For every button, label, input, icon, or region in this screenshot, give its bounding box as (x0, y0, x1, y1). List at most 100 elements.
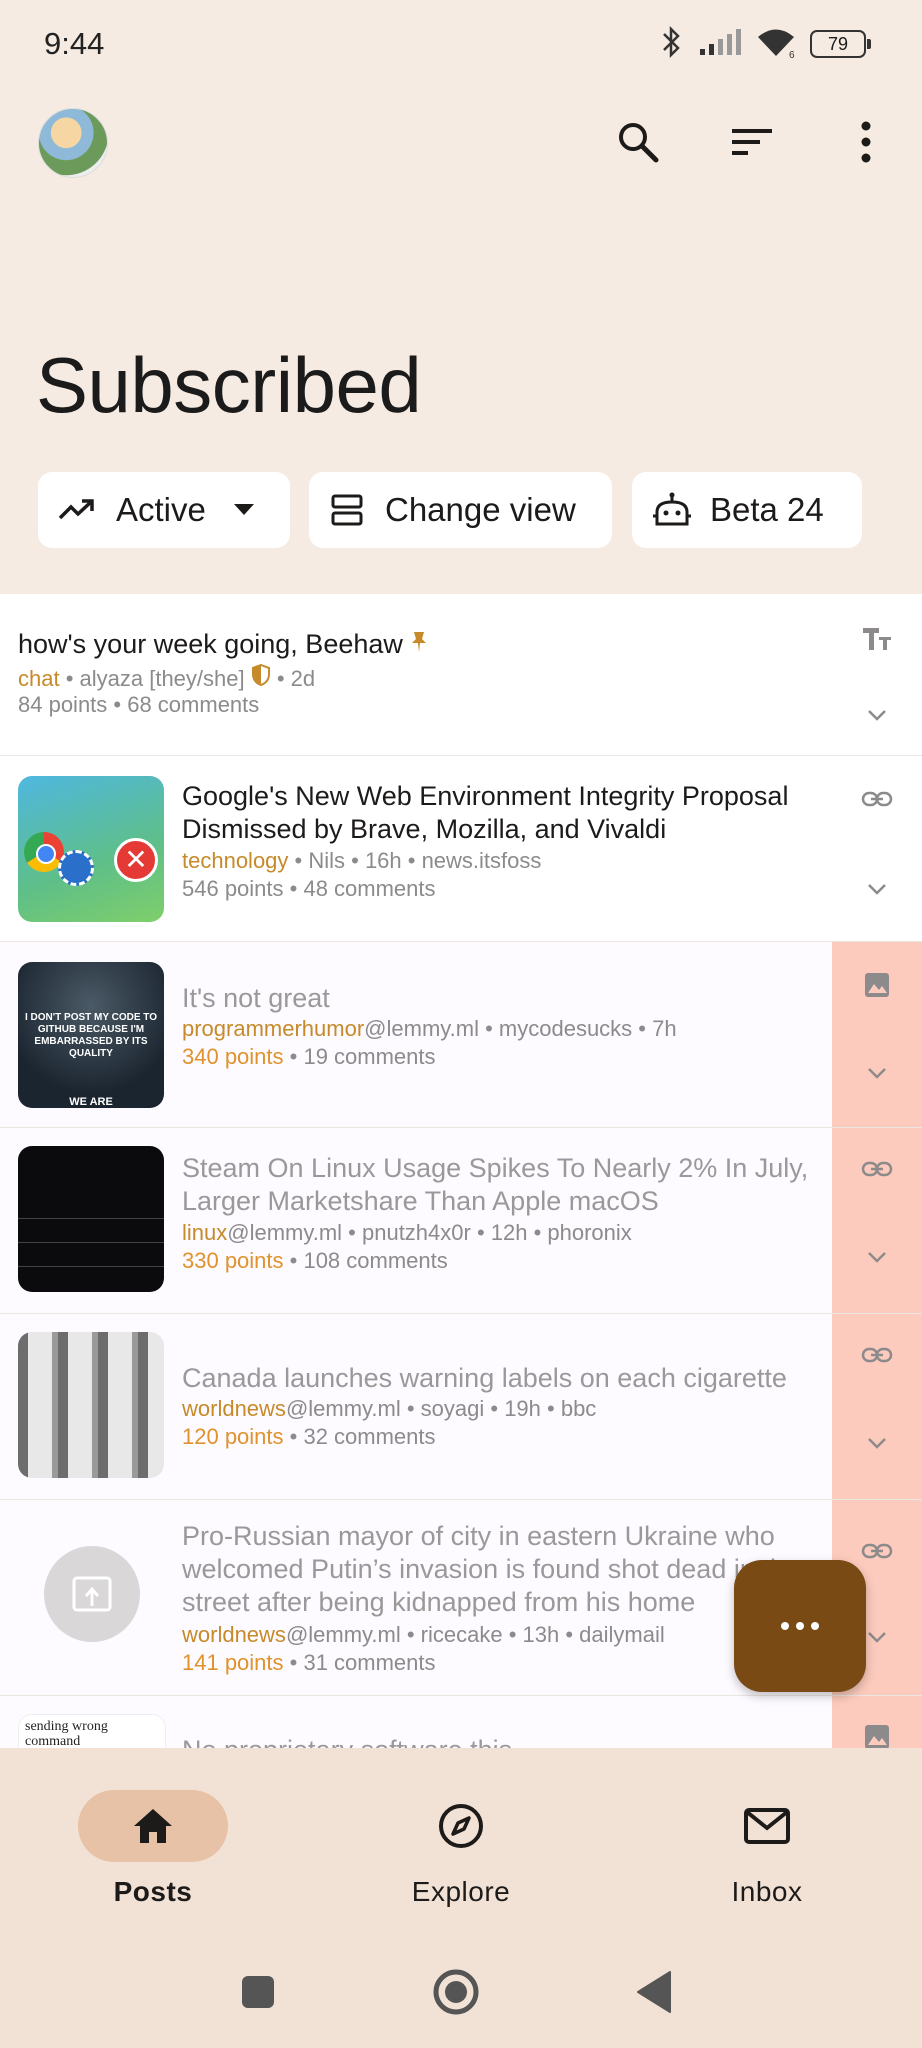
post-thumbnail[interactable] (18, 1332, 164, 1478)
post-title: Steam On Linux Usage Spikes To Nearly 2%… (182, 1153, 809, 1216)
community-link[interactable]: worldnews (182, 1396, 286, 1421)
community-link[interactable]: programmerhumor (182, 1016, 364, 1041)
post-meta: programmerhumor@lemmy.ml • mycodesucks •… (182, 1016, 677, 1042)
post-comments: • 19 comments (283, 1044, 436, 1069)
post-item[interactable]: Canada launches warning labels on each c… (0, 1314, 922, 1500)
expand-icon[interactable] (856, 1052, 898, 1094)
post-comments: • 68 comments (107, 692, 260, 717)
dropdown-arrow-icon (233, 504, 254, 516)
post-time: • 2d (270, 666, 316, 691)
post-stats: 330 points • 108 comments (182, 1248, 448, 1274)
open-in-new-icon (72, 1576, 112, 1612)
nav-posts-label: Posts (113, 1876, 193, 1907)
search-icon[interactable] (612, 116, 664, 168)
error-icon: ✕ (114, 838, 158, 882)
community-link[interactable]: linux (182, 1220, 227, 1245)
nav-explore-label: Explore (411, 1876, 511, 1907)
post-author: • ricecake • 13h • dailymail (400, 1622, 665, 1647)
expand-icon[interactable] (856, 1236, 898, 1278)
nav-inbox[interactable]: Inbox (652, 1748, 882, 1938)
home-button[interactable] (432, 1968, 480, 2021)
thumbnail-gridline (18, 1218, 164, 1219)
post-comments: • 108 comments (283, 1248, 448, 1273)
avatar[interactable] (38, 108, 108, 178)
nav-posts-indicator (78, 1790, 228, 1862)
home-icon (134, 1809, 172, 1843)
svg-text:6: 6 (789, 50, 795, 58)
status-icons: 6 79 (660, 22, 871, 66)
nav-inbox-indicator (692, 1790, 842, 1862)
post-comments: • 48 comments (283, 876, 436, 901)
system-navigation-bar (0, 1938, 922, 2048)
sort-icon[interactable] (726, 116, 778, 168)
nav-posts[interactable]: Posts (38, 1748, 268, 1938)
post-author: • alyaza [they/she] (59, 666, 251, 691)
trending-up-icon (58, 498, 96, 522)
instance-chip[interactable]: Beta 24 (632, 472, 862, 548)
link-placeholder-thumbnail[interactable] (44, 1546, 140, 1642)
expand-icon[interactable] (856, 694, 898, 736)
post-item[interactable]: ✕ Google's New Web Environment Integrity… (0, 756, 922, 942)
view-agenda-icon (331, 494, 363, 526)
nav-explore-indicator (386, 1790, 536, 1862)
thumbnail-gridline (18, 1242, 164, 1243)
pin-icon (410, 629, 428, 659)
post-comments: • 32 comments (283, 1424, 436, 1449)
nav-inbox-label: Inbox (731, 1876, 803, 1907)
more-vert-icon[interactable] (840, 116, 892, 168)
gear-icon (58, 850, 94, 886)
nav-explore[interactable]: Explore (346, 1748, 576, 1938)
community-link[interactable]: technology (182, 848, 288, 873)
expand-icon[interactable] (856, 1422, 898, 1464)
link-icon (856, 1148, 898, 1190)
back-button[interactable] (636, 1970, 672, 2019)
post-stats: 340 points • 19 comments (182, 1044, 436, 1070)
image-icon (856, 1716, 898, 1748)
thumbnail-caption: WE ARE (69, 1096, 113, 1108)
post-title: Google's New Web Environment Integrity P… (182, 781, 789, 844)
post-points: 546 points (182, 876, 284, 901)
post-thumbnail[interactable]: I DON'T POST MY CODE TO GITHUB BECAUSE I… (18, 962, 164, 1108)
community-link[interactable]: worldnews (182, 1622, 286, 1647)
post-title-text: how's your week going, Beehaw (18, 629, 403, 659)
thumbnail-text: sending wrong command (25, 1719, 108, 1748)
explore-compass-icon (439, 1804, 483, 1848)
post-title: Canada launches warning labels on each c… (182, 1363, 787, 1393)
more-actions-fab[interactable] (734, 1560, 866, 1692)
post-thumbnail[interactable]: sending wrong command (18, 1714, 166, 1748)
post-points: 141 points (182, 1650, 284, 1675)
instance-label: Beta 24 (710, 491, 824, 528)
post-item[interactable]: how's your week going, Beehaw chat • aly… (0, 594, 922, 756)
post-title: how's your week going, Beehaw (18, 628, 832, 661)
change-view-label: Change view (385, 491, 576, 528)
community-instance: @lemmy.ml (285, 1396, 401, 1421)
link-icon (856, 1530, 898, 1572)
recents-button[interactable] (240, 1974, 276, 2015)
post-title: It's not great (182, 983, 330, 1013)
post-author: • pnutzh4x0r • 12h • phoronix (342, 1220, 632, 1245)
image-icon (856, 964, 898, 1006)
thumbnail-meme-text: I DON'T POST MY CODE TO GITHUB BECAUSE I… (24, 1012, 158, 1059)
community-link[interactable]: chat (18, 666, 60, 691)
post-points: 340 points (182, 1044, 284, 1069)
post-item[interactable]: I DON'T POST MY CODE TO GITHUB BECAUSE I… (0, 942, 922, 1128)
post-meta: chat • alyaza [they/she] • 2d (18, 663, 316, 692)
wifi-icon: 6 (756, 26, 796, 63)
post-thumbnail[interactable]: ✕ (18, 776, 164, 922)
post-meta: linux@lemmy.ml • pnutzh4x0r • 12h • phor… (182, 1220, 632, 1246)
battery-indicator: 79 (810, 30, 871, 58)
bluetooth-icon (660, 25, 684, 64)
thumbnail-gridline (18, 1266, 164, 1267)
post-item[interactable]: Steam On Linux Usage Spikes To Nearly 2%… (0, 1128, 922, 1314)
post-points: 120 points (182, 1424, 284, 1449)
post-stats: 546 points • 48 comments (182, 876, 436, 902)
post-thumbnail[interactable] (18, 1146, 164, 1292)
expand-icon[interactable] (856, 868, 898, 910)
sort-type-chip[interactable]: Active (38, 472, 290, 548)
post-meta: worldnews@lemmy.ml • soyagi • 19h • bbc (182, 1396, 596, 1422)
post-item[interactable]: sending wrong command No proprietary sof… (0, 1696, 922, 1748)
bottom-navigation: Posts Explore Inbox (0, 1748, 922, 1938)
link-icon (856, 778, 898, 820)
post-meta: technology • Nils • 16h • news.itsfoss (182, 848, 541, 874)
change-view-chip[interactable]: Change view (309, 472, 612, 548)
